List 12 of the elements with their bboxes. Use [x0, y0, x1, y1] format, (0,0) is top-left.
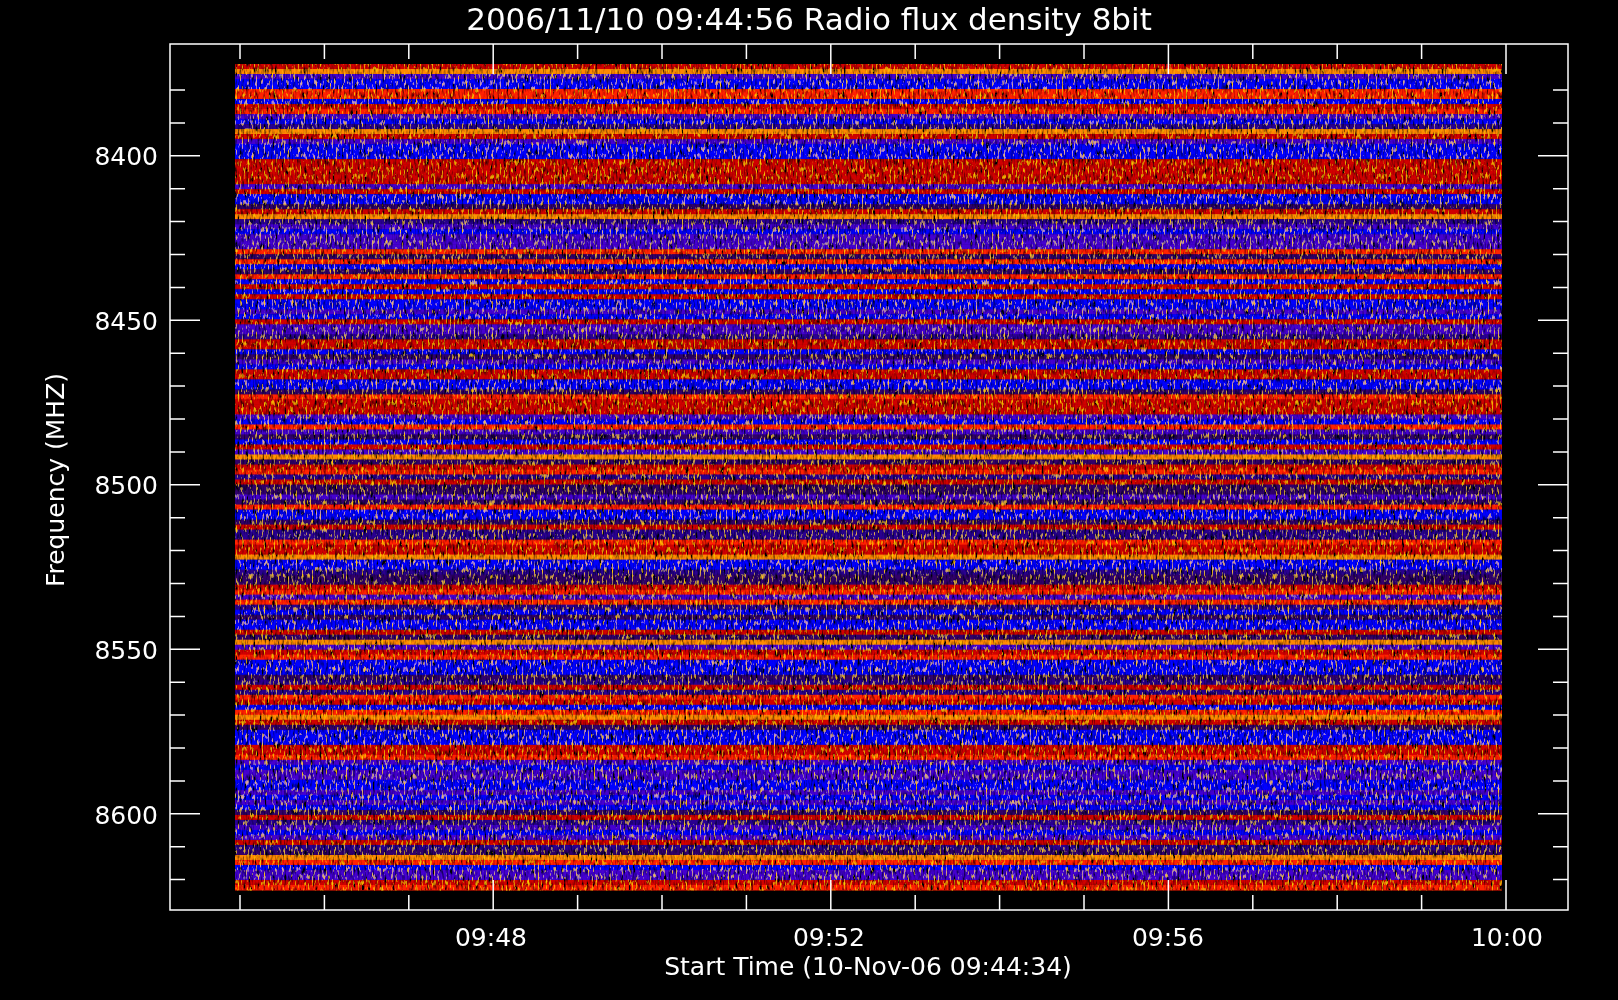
x-axis-label: Start Time (10-Nov-06 09:44:34) — [664, 952, 1072, 981]
plot-title: 2006/11/10 09:44:56 Radio flux density 8bit — [466, 1, 1152, 37]
x-tick-label: 09:52 — [793, 923, 865, 952]
y-axis-label: Frequency (MHZ) — [41, 372, 70, 588]
y-tick-label: 8550 — [94, 636, 158, 665]
y-tick-label: 8500 — [94, 471, 158, 500]
x-tick-label: 10:00 — [1471, 923, 1543, 952]
y-tick-label: 8400 — [94, 142, 158, 171]
x-tick-label: 09:48 — [455, 923, 527, 952]
y-tick-label: 8450 — [94, 307, 158, 336]
y-tick-label: 8600 — [94, 801, 158, 830]
x-tick-label: 09:56 — [1132, 923, 1204, 952]
